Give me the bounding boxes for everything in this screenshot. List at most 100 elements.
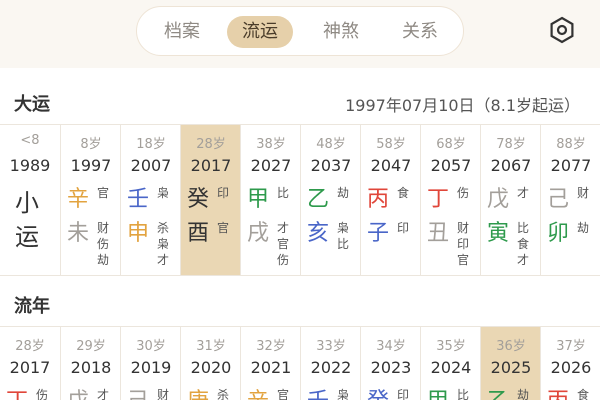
stem-ten-god: 才 <box>517 186 530 200</box>
tab-shensha[interactable]: 神煞 <box>308 16 374 48</box>
top-bar: 档案 流运 神煞 关系 <box>0 0 600 68</box>
year-label: 1989 <box>9 156 51 175</box>
liunian-column[interactable]: 36岁 2025 乙劫 <box>480 327 540 400</box>
dayun-column[interactable]: 88岁 2077 己财卯劫 <box>540 125 600 275</box>
age-label: 88岁 <box>556 137 586 152</box>
heavenly-stem: 庚 <box>187 383 209 400</box>
age-label: 31岁 <box>196 339 226 354</box>
year-label: 2026 <box>550 358 592 377</box>
branch-ten-gods: 财伤劫 <box>97 221 110 267</box>
year-label: 2047 <box>370 156 412 175</box>
stem-ten-god: 劫 <box>337 186 350 200</box>
earthly-branch: 酉 <box>187 221 210 246</box>
year-label: 2024 <box>430 358 472 377</box>
earthly-branch: 亥 <box>307 221 330 246</box>
liunian-title: 流年 <box>14 296 50 317</box>
age-label: 37岁 <box>556 339 586 354</box>
heavenly-stem: 癸 <box>187 187 210 212</box>
year-label: 2019 <box>130 358 172 377</box>
branch-ten-gods: 财印官 <box>457 221 470 267</box>
stem-ten-god: 劫 <box>517 388 530 400</box>
branch-ten-gods: 比食才 <box>517 221 530 267</box>
age-label: 68岁 <box>436 137 466 152</box>
age-label: 32岁 <box>256 339 286 354</box>
year-label: 2017 <box>190 156 232 175</box>
branch-ten-gods: 才官伤 <box>277 221 290 267</box>
heavenly-stem: 己 <box>127 383 149 400</box>
divider <box>0 275 600 276</box>
stem-ten-god: 比 <box>457 388 470 400</box>
stem-ten-god: 伤 <box>36 388 49 400</box>
liunian-column[interactable]: 37岁 2026 丙食 <box>540 327 600 400</box>
age-label: 33岁 <box>316 339 346 354</box>
heavenly-stem: 辛 <box>247 383 269 400</box>
xiaoyun-char: 运 <box>15 223 39 251</box>
earthly-branch: 申 <box>127 221 150 246</box>
earthly-branch: 寅 <box>487 221 510 246</box>
dayun-column[interactable]: 38岁 2027 甲比戌才官伤 <box>240 125 300 275</box>
year-label: 2020 <box>190 358 232 377</box>
age-label: 28岁 <box>196 137 226 152</box>
age-label: 30岁 <box>136 339 166 354</box>
stem-ten-god: 杀 <box>217 388 230 400</box>
dayun-column[interactable]: 68岁 2057 丁伤丑财印官 <box>420 125 480 275</box>
heavenly-stem: 丁 <box>6 383 28 400</box>
stem-ten-god: 印 <box>397 388 410 400</box>
dayun-column[interactable]: 78岁 2067 戊才寅比食才 <box>480 125 540 275</box>
liunian-column[interactable]: 34岁 2023 癸印 <box>360 327 420 400</box>
earthly-branch: 卯 <box>547 221 570 246</box>
age-label: 48岁 <box>316 137 346 152</box>
stem-ten-god: 财 <box>577 186 590 200</box>
settings-icon[interactable] <box>548 16 576 44</box>
heavenly-stem: 辛 <box>67 187 90 212</box>
dayun-column[interactable]: 8岁 1997 辛官未财伤劫 <box>60 125 120 275</box>
heavenly-stem: 丁 <box>427 187 450 212</box>
dayun-column[interactable]: 58岁 2047 丙食子印 <box>360 125 420 275</box>
age-label: <8 <box>20 133 40 148</box>
liunian-column[interactable]: 28岁 2017 丁伤 <box>0 327 60 400</box>
heavenly-stem: 己 <box>547 187 570 212</box>
liunian-column[interactable]: 33岁 2022 壬枭 <box>300 327 360 400</box>
stem-ten-god: 财 <box>157 388 170 400</box>
liunian-column[interactable]: 30岁 2019 己财 <box>120 327 180 400</box>
tab-liuyun[interactable]: 流运 <box>227 16 293 48</box>
branch-ten-gods: 杀枭才 <box>157 221 170 267</box>
stem-ten-god: 比 <box>277 186 290 200</box>
liunian-column[interactable]: 29岁 2018 戊才 <box>60 327 120 400</box>
heavenly-stem: 壬 <box>127 187 150 212</box>
dayun-column[interactable]: 28岁 2017 癸印酉官 <box>180 125 240 275</box>
age-label: 35岁 <box>436 339 466 354</box>
stem-ten-god: 伤 <box>457 186 470 200</box>
liunian-column[interactable]: 35岁 2024 甲比 <box>420 327 480 400</box>
heavenly-stem: 乙 <box>487 383 509 400</box>
year-label: 2077 <box>550 156 592 175</box>
qiyun-date: 1997年07月10日（8.1岁起运） <box>345 96 580 115</box>
stem-ten-god: 印 <box>217 186 230 200</box>
branch-ten-gods: 劫 <box>577 221 590 235</box>
stem-ten-god: 枭 <box>157 186 170 200</box>
branch-ten-gods: 印 <box>397 221 410 235</box>
liunian-column[interactable]: 31岁 2020 庚杀 <box>180 327 240 400</box>
branch-ten-gods: 枭比 <box>337 221 350 251</box>
stem-ten-god: 食 <box>397 186 410 200</box>
year-label: 2007 <box>130 156 172 175</box>
dayun-column[interactable]: 48岁 2037 乙劫亥枭比 <box>300 125 360 275</box>
dayun-title: 大运 <box>14 94 50 115</box>
heavenly-stem: 乙 <box>307 187 330 212</box>
dayun-column[interactable]: <8 1989 小运 <box>0 125 60 275</box>
heavenly-stem: 壬 <box>307 383 329 400</box>
year-label: 2018 <box>70 358 112 377</box>
age-label: 58岁 <box>376 137 406 152</box>
stem-ten-god: 官 <box>97 186 110 200</box>
age-label: 8岁 <box>80 137 102 152</box>
age-label: 38岁 <box>256 137 286 152</box>
tab-dangan[interactable]: 档案 <box>149 16 215 48</box>
year-label: 2027 <box>250 156 292 175</box>
dayun-column[interactable]: 18岁 2007 壬枭申杀枭才 <box>120 125 180 275</box>
liunian-column[interactable]: 32岁 2021 辛官 <box>240 327 300 400</box>
stem-ten-god: 才 <box>97 388 110 400</box>
tab-guanxi[interactable]: 关系 <box>387 16 453 48</box>
heavenly-stem: 丙 <box>547 383 569 400</box>
earthly-branch: 未 <box>67 221 90 246</box>
xiaoyun-char: 小 <box>15 189 39 217</box>
